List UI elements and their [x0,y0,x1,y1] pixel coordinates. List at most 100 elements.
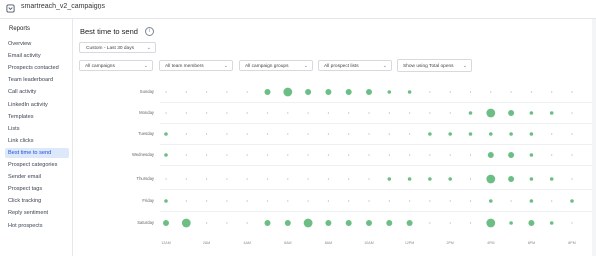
data-dot[interactable] [305,89,312,95]
data-dot[interactable] [529,132,534,136]
data-dot[interactable] [266,133,269,135]
data-dot[interactable] [246,91,248,93]
data-dot[interactable] [327,178,329,180]
data-dot[interactable] [226,112,228,114]
data-dot[interactable] [388,133,390,135]
data-dot[interactable] [206,178,208,180]
data-dot[interactable] [448,132,453,136]
data-dot[interactable] [449,91,451,93]
data-dot[interactable] [489,132,493,136]
data-dot[interactable] [264,220,271,226]
data-dot[interactable] [164,153,168,157]
data-dot[interactable] [307,200,309,202]
data-dot[interactable] [226,200,228,202]
data-dot[interactable] [449,222,451,224]
data-dot[interactable] [163,220,169,226]
data-dot[interactable] [529,199,534,203]
data-dot[interactable] [307,154,309,156]
data-dot[interactable] [206,154,208,156]
data-dot[interactable] [468,111,473,115]
data-dot[interactable] [429,91,431,93]
data-dot[interactable] [165,112,167,114]
data-dot[interactable] [325,89,332,95]
data-dot[interactable] [368,154,370,156]
data-dot[interactable] [386,220,393,226]
data-dot[interactable] [508,176,515,182]
data-dot[interactable] [185,112,187,114]
data-dot[interactable] [307,133,309,135]
data-dot[interactable] [508,152,515,158]
data-dot[interactable] [428,177,432,181]
data-dot[interactable] [549,221,554,225]
data-dot[interactable] [490,91,492,93]
data-dot[interactable] [449,154,451,156]
data-dot[interactable] [486,174,496,184]
data-dot[interactable] [571,222,573,224]
data-dot[interactable] [206,200,208,202]
data-dot[interactable] [509,221,513,225]
data-dot[interactable] [348,200,350,202]
data-dot[interactable] [510,91,512,93]
data-dot[interactable] [528,220,535,226]
data-dot[interactable] [387,177,392,181]
data-dot[interactable] [345,89,352,95]
data-dot[interactable] [366,89,372,95]
data-dot[interactable] [571,178,573,180]
data-dot[interactable] [287,178,289,180]
data-dot[interactable] [348,133,350,135]
data-dot[interactable] [264,89,271,95]
data-dot[interactable] [509,132,513,136]
data-dot[interactable] [571,154,573,156]
data-dot[interactable] [409,112,411,114]
data-dot[interactable] [409,133,411,135]
data-dot[interactable] [449,112,451,114]
data-dot[interactable] [266,112,269,114]
data-dot[interactable] [303,218,313,228]
data-dot[interactable] [226,178,228,180]
data-dot[interactable] [165,91,167,93]
data-dot[interactable] [388,112,390,114]
data-dot[interactable] [469,91,472,93]
data-dot[interactable] [571,91,573,93]
data-dot[interactable] [185,200,187,202]
data-dot[interactable] [345,220,352,226]
data-dot[interactable] [181,218,191,228]
data-dot[interactable] [409,154,411,156]
data-dot[interactable] [407,90,412,94]
data-dot[interactable] [348,112,350,114]
data-dot[interactable] [368,133,370,135]
data-dot[interactable] [164,199,168,203]
data-dot[interactable] [368,200,370,202]
data-dot[interactable] [246,222,248,224]
data-dot[interactable] [469,178,472,180]
data-dot[interactable] [448,177,453,181]
data-dot[interactable] [387,90,392,94]
data-dot[interactable] [266,154,269,156]
data-dot[interactable] [348,178,350,180]
data-dot[interactable] [165,178,167,180]
data-dot[interactable] [307,112,309,114]
data-dot[interactable] [287,133,289,135]
data-dot[interactable] [246,112,248,114]
data-dot[interactable] [266,178,269,180]
data-dot[interactable] [529,177,534,181]
data-dot[interactable] [164,132,168,136]
data-dot[interactable] [429,200,431,202]
data-dot[interactable] [487,152,494,158]
data-dot[interactable] [549,177,554,181]
data-dot[interactable] [449,200,451,202]
data-dot[interactable] [325,220,332,226]
data-dot[interactable] [429,112,431,114]
data-dot[interactable] [283,87,293,97]
data-dot[interactable] [551,154,553,156]
data-dot[interactable] [226,154,228,156]
data-dot[interactable] [226,91,228,93]
data-dot[interactable] [429,154,431,156]
data-dot[interactable] [246,178,248,180]
data-dot[interactable] [489,199,493,203]
data-dot[interactable] [327,200,329,202]
data-dot[interactable] [368,112,370,114]
data-dot[interactable] [348,154,350,156]
data-dot[interactable] [571,112,573,114]
data-dot[interactable] [508,110,515,116]
